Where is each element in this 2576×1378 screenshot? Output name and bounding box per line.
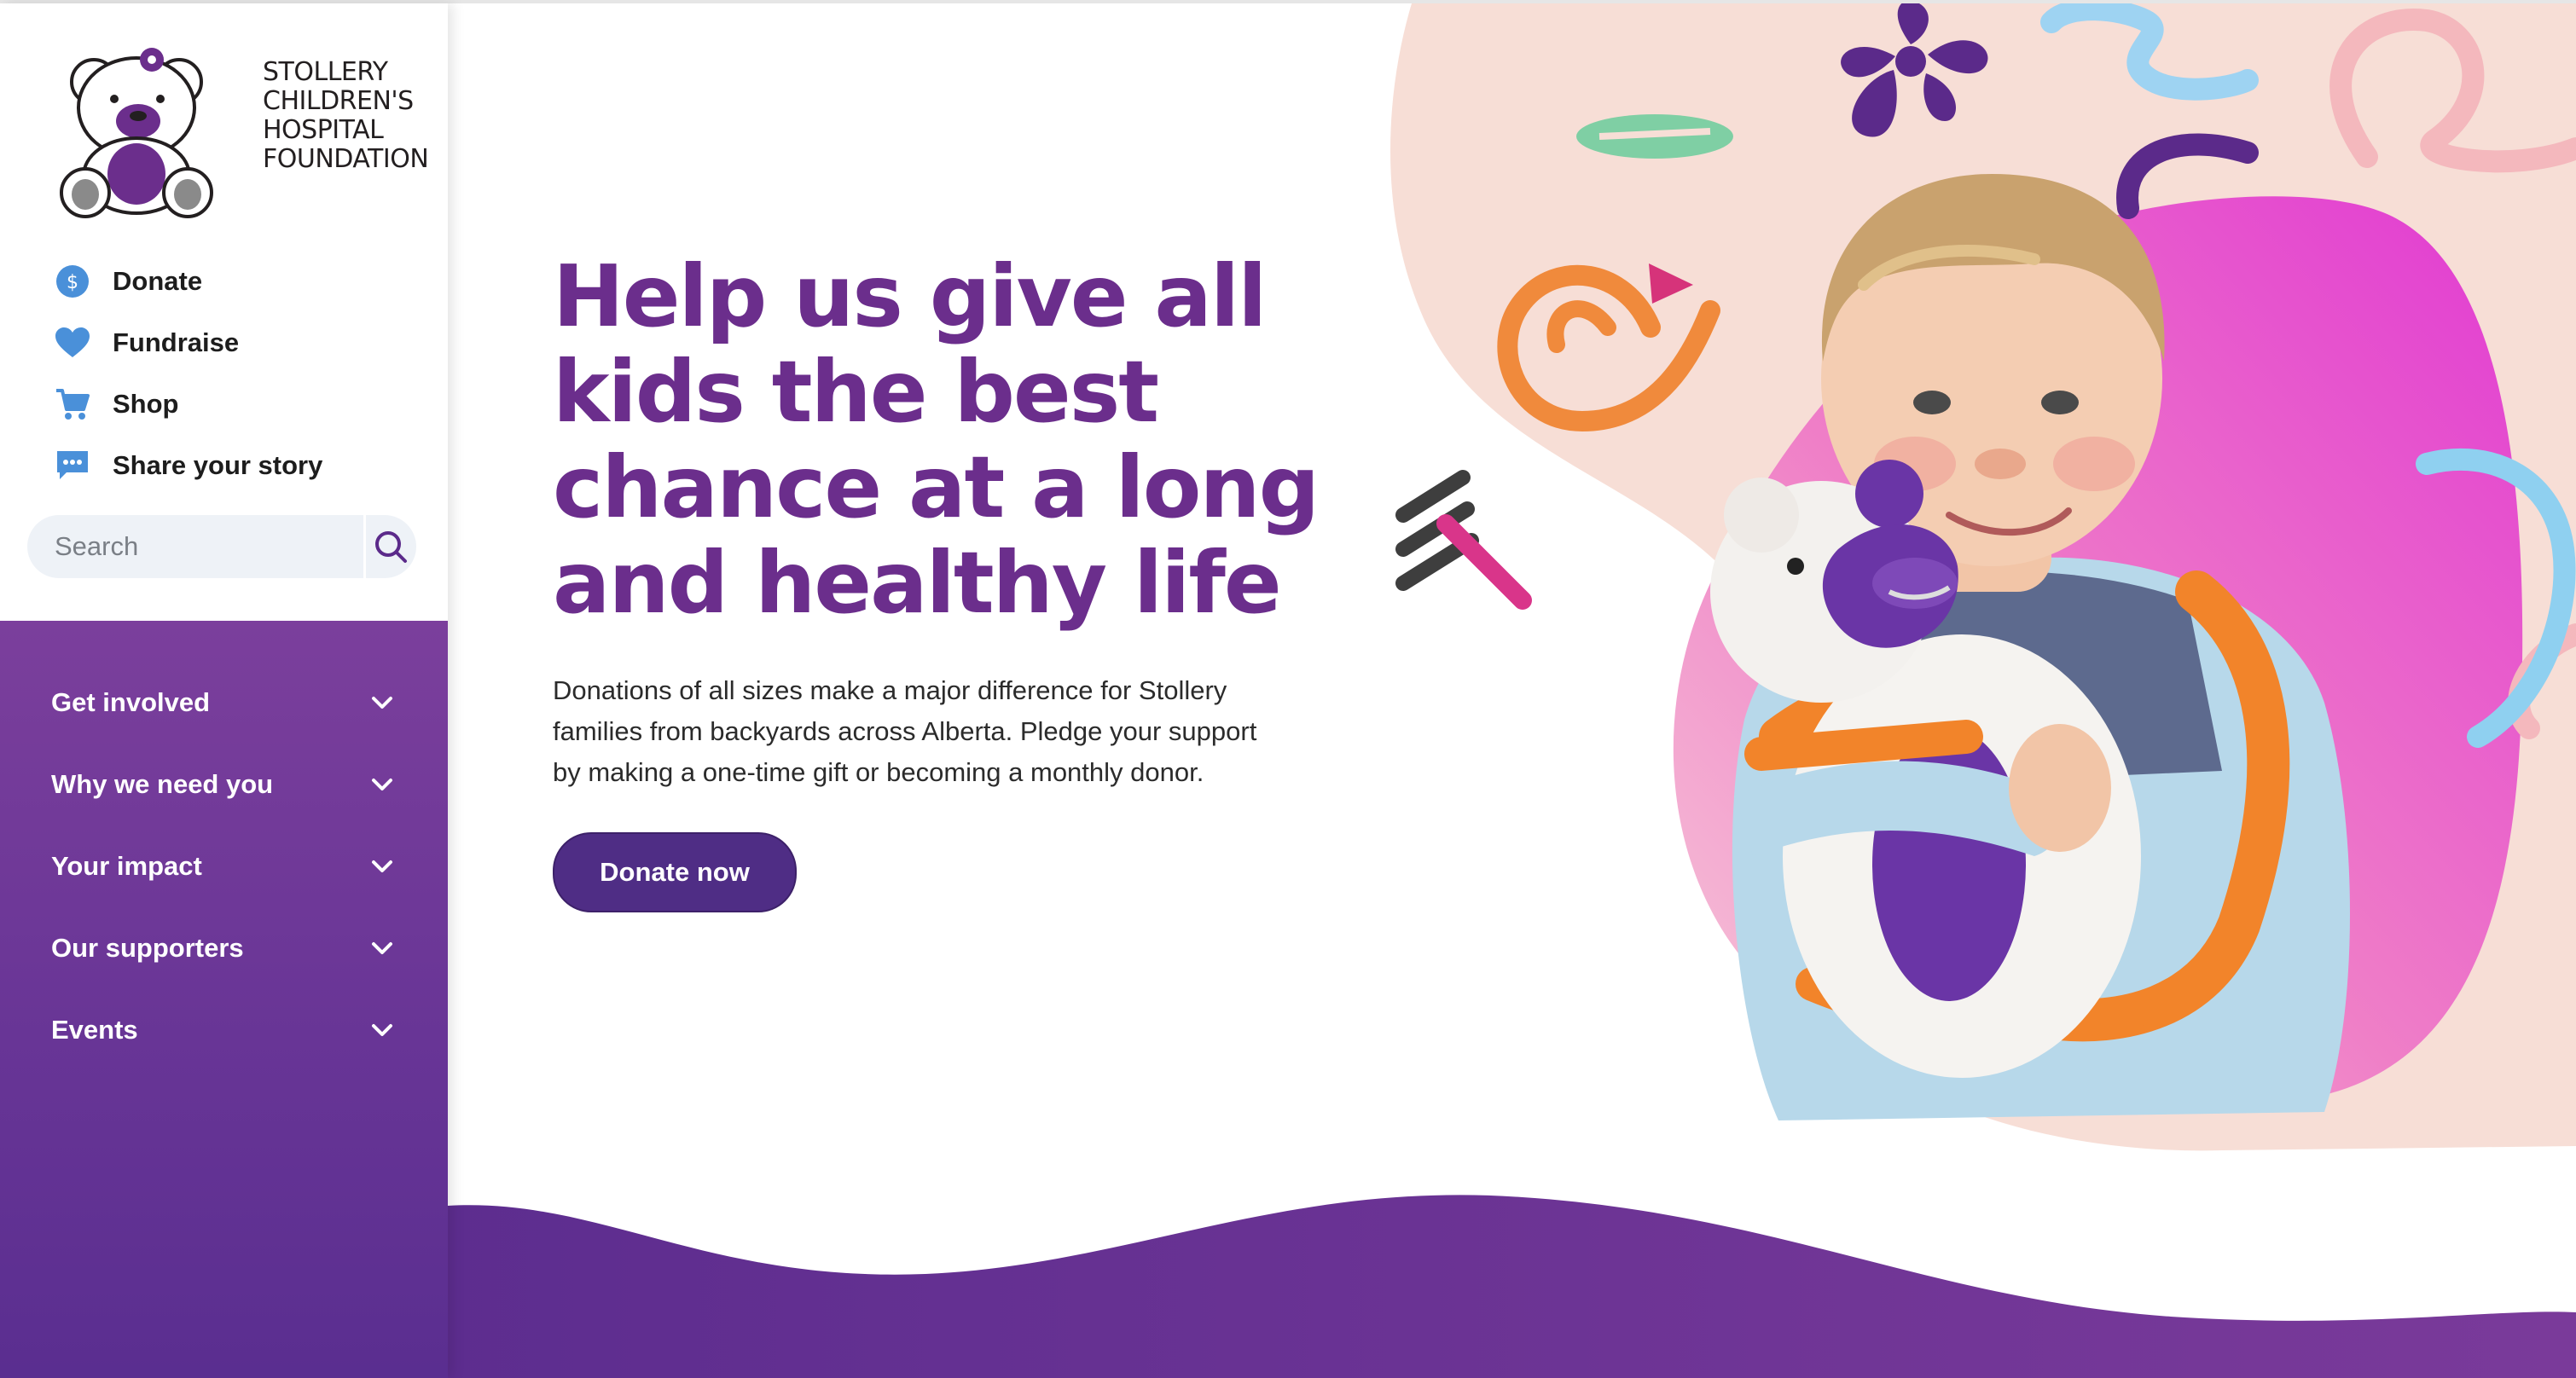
logo-wordmark: STOLLERY CHILDREN'S HOSPITAL FOUNDATION bbox=[263, 58, 433, 174]
quick-nav-shop[interactable]: Shop bbox=[53, 373, 322, 435]
quick-nav: $ Donate Fundraise Shop Share your story bbox=[53, 251, 322, 496]
pink-stroke bbox=[1436, 514, 1532, 610]
description-line: by making a one-time gift or becoming a … bbox=[553, 757, 1204, 787]
logo-line: CHILDREN'S bbox=[263, 86, 414, 116]
description-line: Donations of all sizes make a major diff… bbox=[553, 675, 1227, 705]
search-input[interactable] bbox=[27, 514, 363, 579]
purple-wave bbox=[448, 1195, 2576, 1378]
search-icon bbox=[375, 531, 408, 563]
quick-nav-fundraise[interactable]: Fundraise bbox=[53, 312, 322, 373]
nav-label: Why we need you bbox=[51, 769, 274, 799]
quick-nav-label: Shop bbox=[113, 389, 179, 419]
hero-headline: Help us give all kids the best chance at… bbox=[553, 249, 1355, 631]
main-nav: Get involved Why we need you Your impact… bbox=[0, 662, 448, 1071]
svg-text:$: $ bbox=[67, 272, 78, 293]
nav-your-impact[interactable]: Your impact bbox=[0, 825, 448, 907]
logo-line: FOUNDATION bbox=[263, 144, 429, 174]
nav-why-we-need-you[interactable]: Why we need you bbox=[0, 744, 448, 825]
sidebar-header: STOLLERY CHILDREN'S HOSPITAL FOUNDATION … bbox=[0, 3, 448, 621]
chevron-down-icon bbox=[372, 697, 392, 709]
nav-label: Events bbox=[51, 1015, 138, 1045]
search-button[interactable] bbox=[366, 515, 416, 578]
chat-bubble-icon bbox=[53, 446, 92, 485]
nav-label: Your impact bbox=[51, 851, 202, 881]
description-line: families from backyards across Alberta. … bbox=[553, 716, 1257, 746]
headline-line: kids the best bbox=[553, 342, 1159, 442]
cart-icon bbox=[53, 385, 92, 424]
logo-line: HOSPITAL bbox=[263, 115, 384, 145]
nav-label: Our supporters bbox=[51, 933, 244, 963]
logo-line: STOLLERY bbox=[263, 57, 388, 87]
headline-line: chance at a long bbox=[553, 437, 1320, 537]
quick-nav-share-story[interactable]: Share your story bbox=[53, 435, 322, 496]
donate-now-button[interactable]: Donate now bbox=[553, 832, 797, 912]
hero-content: Help us give all kids the best chance at… bbox=[553, 249, 1355, 912]
heart-icon bbox=[53, 323, 92, 362]
quick-nav-label: Share your story bbox=[113, 450, 323, 480]
dollar-circle-icon: $ bbox=[53, 262, 92, 301]
hero-description: Donations of all sizes make a major diff… bbox=[553, 670, 1320, 793]
teddy-bear-logo-icon bbox=[60, 48, 213, 218]
stollery-logo[interactable]: STOLLERY CHILDREN'S HOSPITAL FOUNDATION bbox=[60, 39, 429, 218]
chevron-down-icon bbox=[372, 1024, 392, 1036]
chevron-down-icon bbox=[372, 779, 392, 790]
nav-events[interactable]: Events bbox=[0, 989, 448, 1071]
sidebar-menu: Get involved Why we need you Your impact… bbox=[0, 621, 448, 1378]
headline-line: and healthy life bbox=[553, 533, 1282, 633]
quick-nav-donate[interactable]: $ Donate bbox=[53, 251, 322, 312]
search-bar bbox=[27, 514, 416, 579]
sidebar: STOLLERY CHILDREN'S HOSPITAL FOUNDATION … bbox=[0, 3, 448, 1378]
nav-label: Get involved bbox=[51, 687, 211, 717]
chevron-down-icon bbox=[372, 942, 392, 954]
nav-our-supporters[interactable]: Our supporters bbox=[0, 907, 448, 989]
chevron-down-icon bbox=[372, 860, 392, 872]
quick-nav-label: Donate bbox=[113, 266, 203, 296]
nav-get-involved[interactable]: Get involved bbox=[0, 662, 448, 744]
headline-line: Help us give all bbox=[553, 246, 1267, 346]
quick-nav-label: Fundraise bbox=[113, 327, 240, 357]
